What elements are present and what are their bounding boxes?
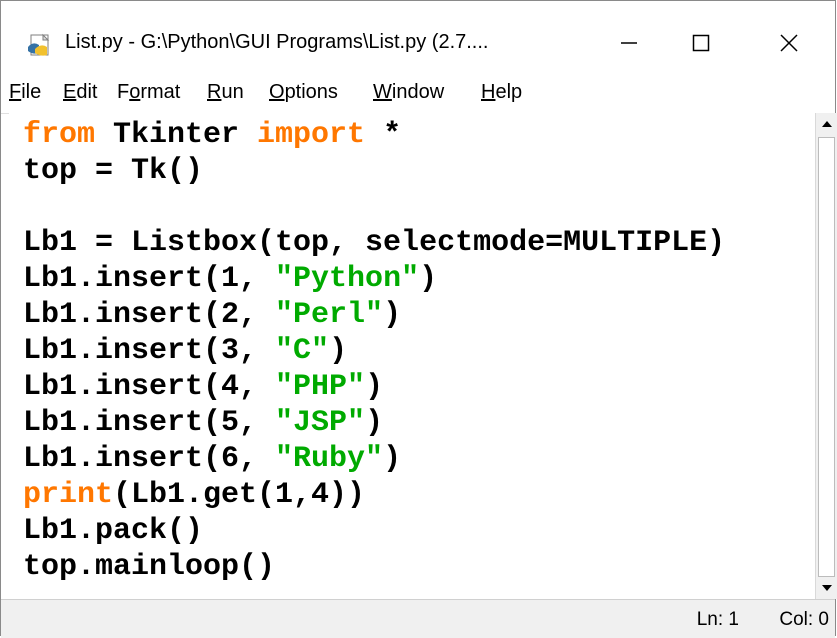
keyword-token: import	[257, 118, 366, 152]
arrow-down-icon	[822, 585, 832, 591]
keyword-token: from	[23, 118, 96, 152]
window-title: List.py - G:\Python\GUI Programs\List.py…	[65, 31, 489, 53]
minimize-button[interactable]	[593, 17, 665, 69]
arrow-up-icon	[822, 121, 832, 127]
menu-help[interactable]: Help	[481, 81, 522, 104]
code-line: Lb1.insert(3, "C")	[23, 334, 348, 368]
maximize-button[interactable]	[665, 17, 737, 69]
code-line: top.mainloop()	[23, 550, 276, 584]
status-bar: Ln: 1 Col: 0	[1, 599, 835, 638]
code-line: Lb1.insert(4, "PHP")	[23, 370, 384, 404]
string-token: "Perl"	[275, 298, 384, 332]
code-line: Lb1.pack()	[23, 514, 204, 548]
string-token: "JSP"	[275, 406, 366, 440]
close-icon	[780, 34, 798, 52]
menu-run[interactable]: Run	[207, 81, 244, 104]
menu-options[interactable]: Options	[269, 81, 338, 104]
string-token: "Ruby"	[275, 442, 384, 476]
code-line: Lb1.insert(2, "Perl")	[23, 298, 402, 332]
code-line: Lb1.insert(1, "Python")	[23, 262, 438, 296]
close-button[interactable]	[753, 17, 825, 69]
menu-edit[interactable]: Edit	[63, 81, 97, 104]
code-editor[interactable]: from Tkinter import * top = Tk() Lb1 = L…	[9, 113, 815, 599]
code-line: Lb1.insert(6, "Ruby")	[23, 442, 402, 476]
keyword-token: print	[23, 478, 114, 512]
python-file-icon	[27, 33, 55, 57]
scroll-up-button[interactable]	[816, 113, 837, 135]
menu-bar: File Edit Format Run Options Window Help	[1, 71, 835, 114]
scroll-thumb[interactable]	[818, 137, 835, 577]
maximize-icon	[692, 34, 710, 52]
code-line: print(Lb1.get(1,4))	[23, 478, 366, 512]
code-line: Lb1.insert(5, "JSP")	[23, 406, 384, 440]
column-number-status: Col: 0	[779, 609, 829, 630]
code-line: from Tkinter import *	[23, 118, 402, 152]
code-line: top = Tk()	[23, 154, 204, 188]
string-token: "PHP"	[275, 370, 366, 404]
string-token: "C"	[275, 334, 330, 368]
menu-window[interactable]: Window	[373, 81, 444, 104]
code-line: Lb1 = Listbox(top, selectmode=MULTIPLE)	[23, 226, 726, 260]
string-token: "Python"	[275, 262, 420, 296]
idle-editor-window: List.py - G:\Python\GUI Programs\List.py…	[0, 0, 837, 638]
scroll-down-button[interactable]	[816, 577, 837, 599]
vertical-scrollbar[interactable]	[815, 113, 837, 599]
minimize-icon	[621, 42, 637, 44]
title-bar[interactable]: List.py - G:\Python\GUI Programs\List.py…	[1, 1, 835, 71]
menu-format[interactable]: Format	[117, 81, 180, 104]
menu-file[interactable]: File	[9, 81, 41, 104]
line-number-status: Ln: 1	[696, 609, 739, 630]
